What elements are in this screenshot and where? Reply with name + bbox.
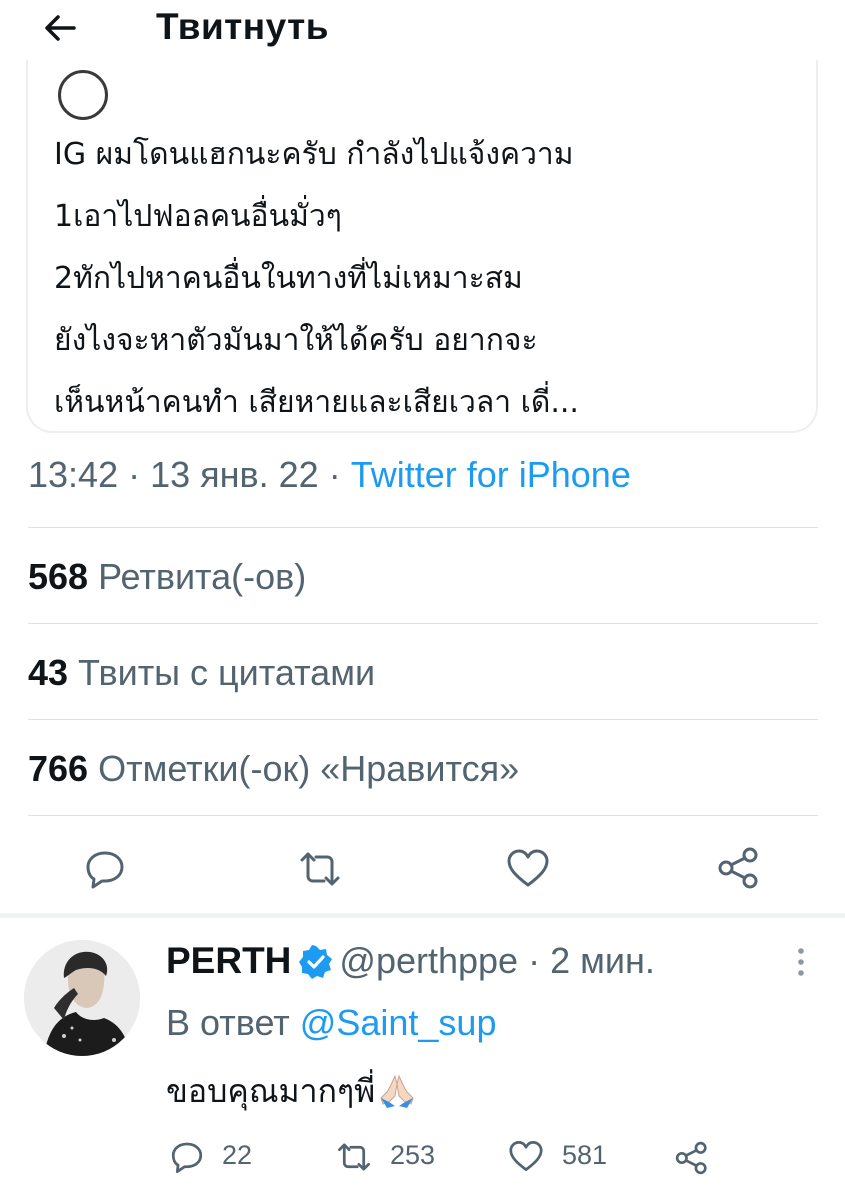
tweet-time[interactable]: 13:42 — [28, 454, 118, 495]
tweet-detail-page: IG ผมโดนแฮกนะครับ กำลังไปแจ้งความ 1เอาไป… — [0, 0, 845, 1200]
reply-text-content: ขอบคุณมากๆพี่ — [166, 1072, 376, 1110]
divider — [28, 719, 818, 720]
divider — [28, 527, 818, 528]
likes-count: 766 — [28, 748, 89, 789]
more-options-button[interactable] — [795, 946, 807, 983]
quoted-line: เห็นหน้าคนทำ เสียหายและเสียเวลา เดี่... — [54, 385, 579, 420]
quoted-tweet-text: IG ผมโดนแฮกนะครับ กำลังไปแจ้งความ 1เอาไป… — [54, 124, 814, 431]
retweet-arrows-icon — [300, 852, 340, 886]
divider — [28, 815, 818, 816]
reply-button[interactable] — [84, 848, 126, 890]
speech-bubble-icon — [171, 1142, 203, 1173]
heart-icon — [507, 849, 549, 887]
retweet-count: 253 — [390, 1140, 436, 1170]
back-button[interactable] — [40, 8, 80, 48]
reply-author-name[interactable]: PERTH — [166, 940, 291, 981]
tweet-meta: 13:42 · 13 янв. 22 · Twitter for iPhone — [28, 454, 631, 496]
like-count: 581 — [562, 1140, 608, 1170]
quoted-line: 1เอาไปฟอลคนอื่นมั่วๆ — [54, 199, 342, 234]
more-vertical-icon — [798, 948, 804, 976]
retweets-count: 568 — [28, 556, 89, 597]
arrow-left-icon — [45, 15, 76, 41]
quotes-label: Твиты с цитатами — [78, 652, 376, 693]
verified-badge-icon — [299, 945, 333, 988]
share-nodes-icon — [718, 847, 758, 889]
retweet-arrows-icon — [338, 1143, 370, 1171]
meta-separator: · — [328, 454, 351, 495]
share-nodes-icon — [675, 1141, 707, 1175]
tweet-source-link[interactable]: Twitter for iPhone — [351, 454, 631, 495]
meta-separator: · — [518, 940, 551, 981]
likes-stat[interactable]: 766 Отметки(-ок) «Нравится» — [28, 748, 519, 790]
quoted-line: ยังไงจะหาตัวมันมาให้ได้ครับ อยากจะ — [54, 323, 538, 358]
divider — [28, 623, 818, 624]
avatar[interactable] — [24, 940, 140, 1056]
share-button[interactable] — [716, 846, 762, 890]
speech-bubble-icon — [86, 851, 124, 889]
meta-separator: · — [128, 454, 151, 495]
mention-link[interactable]: @Saint_sup — [300, 1002, 497, 1043]
folded-hands-emoji-icon — [377, 1070, 417, 1118]
like-button[interactable] — [506, 848, 550, 888]
replying-to-line: В ответ @Saint_sup — [166, 1002, 496, 1044]
quotes-stat[interactable]: 43 Твиты с цитатами — [28, 652, 375, 694]
reply-tweet-text: ขอบคุณมากๆพี่ — [166, 1066, 417, 1118]
reply-time[interactable]: 2 мин. — [550, 940, 655, 981]
quoted-author-avatar — [58, 70, 108, 120]
retweets-label: Ретвита(-ов) — [98, 556, 307, 597]
heart-icon — [509, 1141, 543, 1171]
reply-count: 22 — [222, 1140, 253, 1170]
retweets-stat[interactable]: 568 Ретвита(-ов) — [28, 556, 306, 598]
replying-to-label: В ответ — [166, 1002, 290, 1043]
quoted-tweet-author-row — [58, 70, 558, 120]
reply-author-row: PERTH @perthppe · 2 мин. — [166, 940, 655, 988]
top-bar: Твитнуть — [0, 0, 845, 60]
quoted-line: 2ทักไปหาคนอื่นในทางที่ไม่เหมาะสม — [54, 261, 523, 296]
profile-photo-icon — [24, 940, 140, 1056]
page-title: Твитнуть — [156, 6, 330, 47]
quoted-line: IG ผมโดนแฮกนะครับ กำลังไปแจ้งความ — [54, 137, 574, 172]
likes-label: Отметки(-ок) «Нравится» — [98, 748, 520, 789]
reply-author-handle[interactable]: @perthppe — [339, 940, 518, 981]
tweet-date[interactable]: 13 янв. 22 — [150, 454, 319, 495]
section-separator — [0, 913, 845, 918]
retweet-button[interactable] — [298, 848, 342, 890]
quoted-tweet-card[interactable]: IG ผมโดนแฮกนะครับ กำลังไปแจ้งความ 1เอาไป… — [26, 40, 818, 433]
quotes-count: 43 — [28, 652, 69, 693]
